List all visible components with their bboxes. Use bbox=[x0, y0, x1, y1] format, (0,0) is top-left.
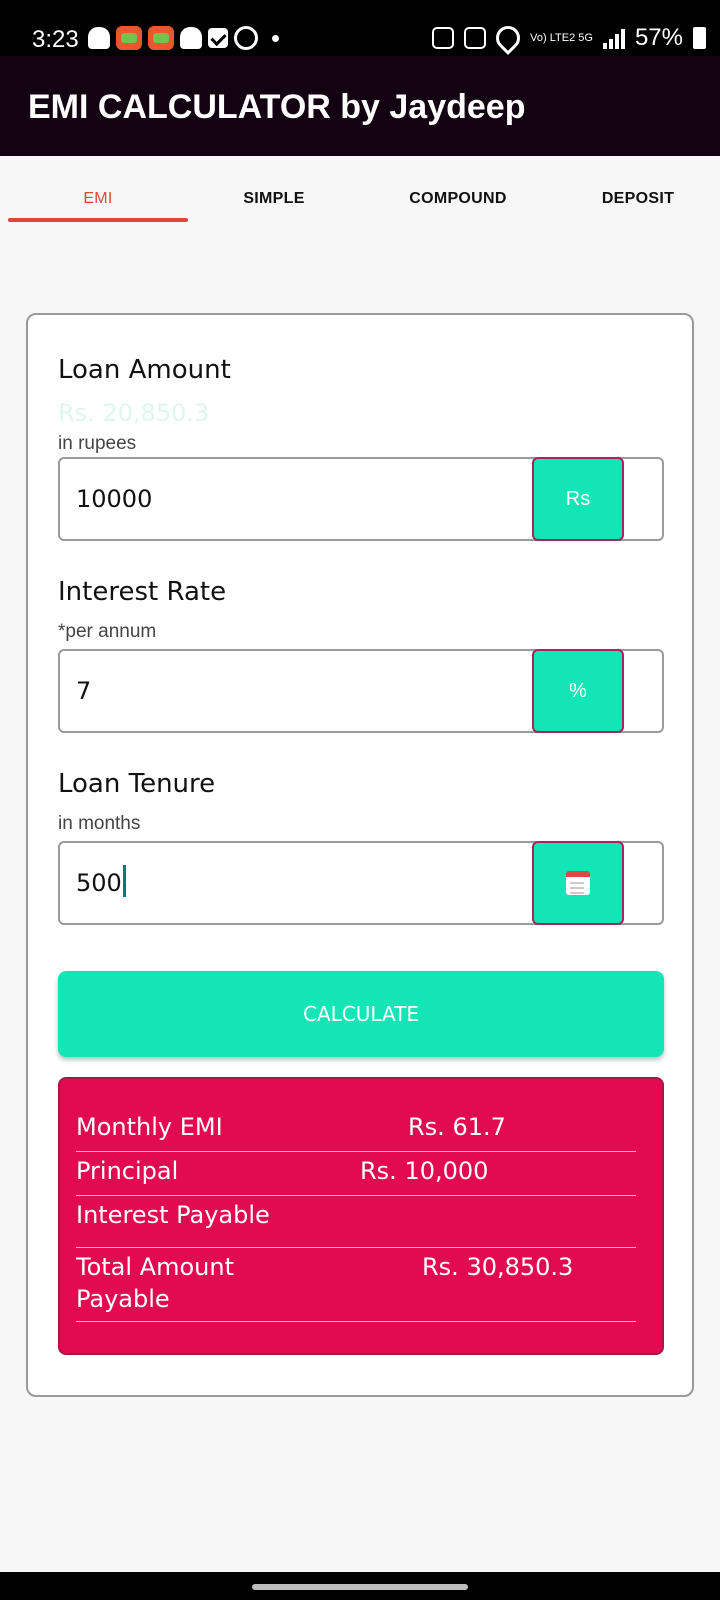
principal-value: Rs. 10,000 bbox=[360, 1157, 489, 1185]
percent-unit-button[interactable]: % bbox=[532, 649, 624, 733]
interest-rate-field[interactable]: 7 % bbox=[58, 649, 664, 733]
loan-amount-input[interactable]: 10000 bbox=[76, 485, 152, 513]
monthly-emi-label: Monthly EMI bbox=[76, 1113, 223, 1141]
home-gesture-handle[interactable] bbox=[252, 1584, 468, 1590]
loan-tenure-hint: in months bbox=[58, 813, 141, 834]
results-divider bbox=[76, 1321, 636, 1322]
navigation-bar bbox=[0, 1572, 720, 1600]
network-type: Vo) LTE2 5G bbox=[530, 31, 593, 44]
battery-percent: 57% bbox=[634, 24, 683, 51]
snapchat-icon bbox=[180, 27, 202, 49]
status-time: 3:23 bbox=[32, 26, 79, 53]
tab-compound[interactable]: COMPOUND bbox=[368, 190, 548, 208]
loan-tenure-label: Loan Tenure bbox=[58, 769, 216, 799]
emi-form-card: Loan Amount Rs. 20,850.3 in rupees 10000… bbox=[26, 313, 694, 1397]
calendar-unit-button[interactable] bbox=[532, 841, 624, 925]
recycle-icon bbox=[432, 27, 455, 49]
check-notification-icon bbox=[208, 28, 228, 48]
text-cursor bbox=[122, 865, 126, 897]
rupees-unit-button[interactable]: Rs bbox=[532, 457, 624, 541]
hotspot-icon bbox=[491, 21, 526, 55]
notification-icons bbox=[88, 26, 279, 50]
battery-icon bbox=[693, 27, 706, 49]
status-bar: 3:23 Vo) LTE2 5G 57% bbox=[0, 0, 720, 56]
loan-tenure-input[interactable]: 500 bbox=[76, 865, 126, 897]
sync-icon bbox=[234, 26, 258, 50]
signal-icon bbox=[602, 27, 625, 49]
interest-rate-hint: *per annum bbox=[58, 621, 157, 642]
mute-icon bbox=[464, 27, 487, 49]
principal-label: Principal bbox=[76, 1157, 179, 1185]
loan-amount-field[interactable]: 10000 Rs bbox=[58, 457, 664, 541]
loan-amount-ghost-text: Rs. 20,850.3 bbox=[58, 399, 210, 427]
tab-bar: EMI SIMPLE COMPOUND DEPOSIT bbox=[0, 156, 720, 228]
results-divider bbox=[76, 1195, 636, 1196]
interest-payable-label: Interest Payable bbox=[76, 1201, 270, 1229]
system-icons: Vo) LTE2 5G 57% bbox=[432, 21, 706, 55]
interest-rate-label: Interest Rate bbox=[58, 577, 227, 607]
app-notification-icon bbox=[148, 26, 174, 50]
tab-simple[interactable]: SIMPLE bbox=[184, 190, 364, 208]
calendar-icon bbox=[566, 871, 590, 895]
results-divider bbox=[76, 1247, 636, 1248]
loan-amount-label: Loan Amount bbox=[58, 355, 231, 385]
tab-deposit[interactable]: DEPOSIT bbox=[548, 190, 720, 208]
tab-emi[interactable]: EMI bbox=[8, 190, 188, 208]
app-title: EMI CALCULATOR by Jaydeep bbox=[28, 88, 526, 126]
loan-tenure-value: 500 bbox=[76, 869, 122, 897]
snapchat-icon bbox=[88, 27, 110, 49]
total-amount-label-line1: Total Amount bbox=[76, 1253, 234, 1281]
results-divider bbox=[76, 1151, 636, 1152]
total-amount-value: Rs. 30,850.3 bbox=[422, 1253, 574, 1281]
loan-amount-hint: in rupees bbox=[58, 433, 137, 454]
results-panel: Monthly EMI Rs. 61.7 Principal Rs. 10,00… bbox=[58, 1077, 664, 1355]
active-tab-indicator bbox=[8, 218, 188, 222]
calculate-button[interactable]: CALCULATE bbox=[58, 971, 664, 1057]
loan-tenure-field[interactable]: 500 bbox=[58, 841, 664, 925]
app-bar: EMI CALCULATOR by Jaydeep bbox=[0, 56, 720, 156]
total-amount-label-line2: Payable bbox=[76, 1285, 170, 1313]
app-notification-icon bbox=[116, 26, 142, 50]
monthly-emi-value: Rs. 61.7 bbox=[408, 1113, 506, 1141]
more-notifications-dot-icon bbox=[272, 34, 279, 42]
interest-rate-input[interactable]: 7 bbox=[76, 677, 91, 705]
